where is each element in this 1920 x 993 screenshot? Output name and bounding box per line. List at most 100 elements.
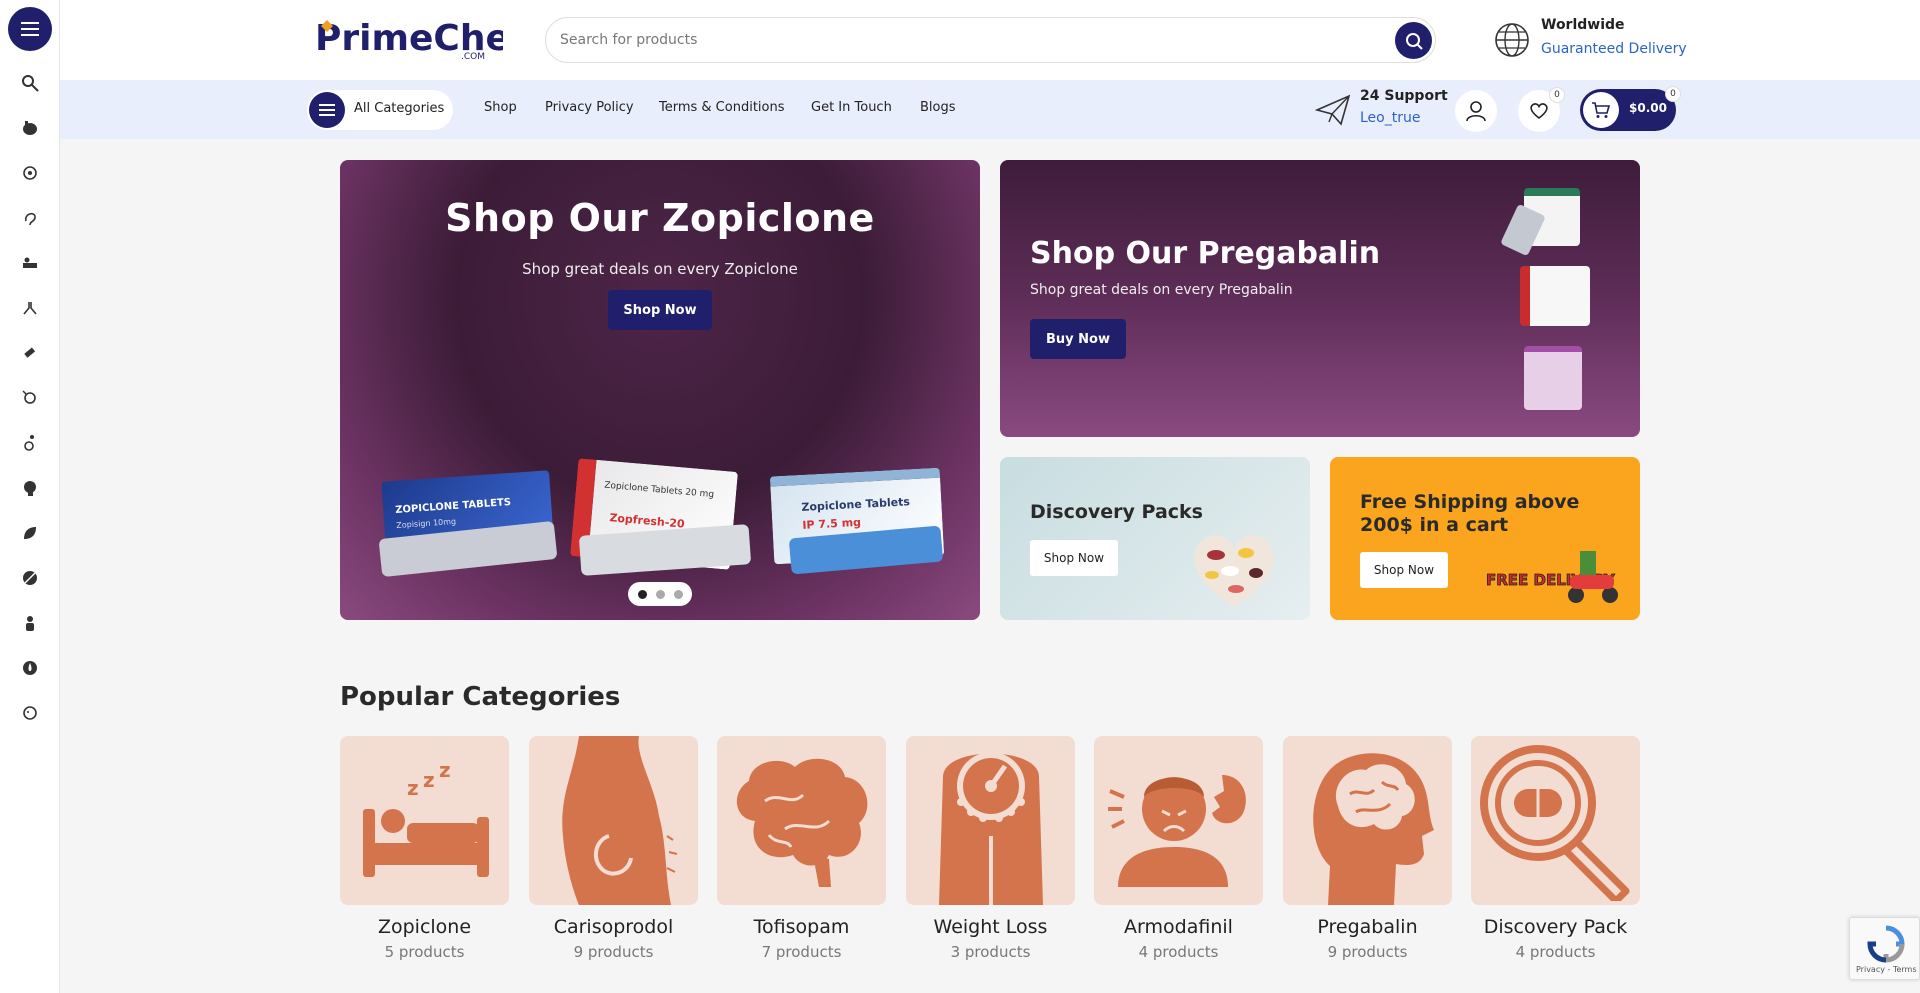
slider-dot-2[interactable] [656, 590, 665, 599]
category-name: Discovery Pack [1483, 916, 1628, 938]
hero-shop-now-button[interactable]: Shop Now [608, 290, 712, 330]
slider-dot-1[interactable] [638, 590, 647, 599]
pregabalin-box-3 [1524, 346, 1582, 410]
shipping-shop-now-button[interactable]: Shop Now [1360, 552, 1448, 588]
pills-heart-image [1194, 535, 1274, 607]
cart-icon [1583, 92, 1619, 128]
lungs-icon[interactable] [19, 297, 41, 319]
svg-text:z: z [407, 776, 419, 800]
left-icon-rail [0, 0, 60, 993]
category-name: Pregabalin [1317, 916, 1418, 938]
person-icon[interactable] [19, 612, 41, 634]
pregabalin-banner-subtitle: Shop great deals on every Pregabalin [1030, 282, 1293, 298]
category-count: 9 products [1327, 943, 1408, 961]
paper-plane-icon [1315, 94, 1351, 126]
headache-icon [1094, 736, 1263, 905]
category-count: 4 products [1515, 943, 1596, 961]
hand-icon[interactable] [19, 117, 41, 139]
pregabalin-banner: Shop Our Pregabalin Shop great deals on … [1000, 160, 1640, 437]
ear-icon[interactable] [19, 207, 41, 229]
wishlist-count-badge: 0 [1549, 87, 1565, 103]
category-card-armodafinil[interactable]: Armodafinil 4 products [1094, 736, 1263, 966]
category-count: 5 products [384, 943, 465, 961]
site-logo[interactable]: PrimeChems .COM [313, 12, 569, 66]
pregabalin-buy-now-button[interactable]: Buy Now [1030, 319, 1126, 359]
nav-link-terms[interactable]: Terms & Conditions [659, 100, 785, 115]
syringe-icon[interactable] [19, 342, 41, 364]
wheelchair-icon[interactable] [19, 432, 41, 454]
face-icon[interactable] [19, 702, 41, 724]
support-info: 24 Support Leo_true [1315, 88, 1450, 132]
back-pain-icon [529, 736, 698, 905]
category-card-zopiclone[interactable]: z z z Zopiclone 5 products [340, 736, 509, 966]
delivery-scooter-image: FREE DELIVERY [1486, 551, 1618, 603]
svg-text:z: z [423, 768, 435, 792]
pregabalin-banner-title: Shop Our Pregabalin [1030, 236, 1381, 271]
pregabalin-box-2 [1520, 266, 1590, 326]
nav-link-privacy-policy[interactable]: Privacy Policy [545, 100, 634, 115]
discovery-packs-promo: Discovery Packs Shop Now [1000, 457, 1310, 620]
head-brain-icon [1283, 736, 1452, 905]
main-navigation: All Categories Shop Privacy Policy Terms… [60, 80, 1920, 139]
account-button[interactable] [1455, 90, 1497, 132]
pack-2-sub: Zopfresh-20 [608, 511, 686, 531]
pill-icon[interactable] [19, 567, 41, 589]
site-header: PrimeChems .COM Worldwide Guaranteed Del… [60, 0, 1920, 80]
nav-link-blogs[interactable]: Blogs [920, 100, 956, 115]
search-input[interactable] [560, 18, 1380, 62]
category-name: Zopiclone [377, 916, 472, 938]
bed-icon[interactable] [19, 252, 41, 274]
drop-icon[interactable] [19, 657, 41, 679]
delivery-subtitle[interactable]: Guaranteed Delivery [1541, 41, 1687, 57]
pack-1-sub: Zopisign 10mg [396, 516, 457, 531]
search-button[interactable] [1395, 22, 1432, 59]
category-count: 3 products [950, 943, 1031, 961]
recaptcha-badge[interactable]: Privacy - Terms [1849, 917, 1920, 980]
heart-icon [1530, 103, 1548, 120]
delivery-title: Worldwide [1541, 17, 1625, 33]
category-name: Weight Loss [933, 916, 1048, 938]
discovery-shop-now-button[interactable]: Shop Now [1030, 540, 1118, 576]
all-categories-button[interactable]: All Categories [307, 90, 453, 130]
category-card-carisoprodol[interactable]: Carisoprodol 9 products [529, 736, 698, 966]
bacteria-icon[interactable] [19, 387, 41, 409]
scale-icon [906, 736, 1075, 905]
nav-link-shop[interactable]: Shop [484, 100, 517, 115]
category-name: Carisoprodol [553, 916, 674, 938]
pack-3-label: Zopiclone Tablets [801, 495, 911, 514]
category-count: 7 products [761, 943, 842, 961]
hero-subtitle: Shop great deals on every Zopiclone [522, 260, 798, 278]
support-contact[interactable]: Leo_true [1360, 110, 1420, 126]
user-icon [1466, 101, 1486, 122]
free-shipping-promo: Free Shipping above 200$ in a cart Shop … [1330, 457, 1640, 620]
svg-text:z: z [439, 758, 451, 782]
slider-dot-3[interactable] [674, 590, 683, 599]
discovery-promo-title: Discovery Packs [1030, 501, 1203, 523]
cart-button[interactable]: $0.00 [1580, 89, 1676, 131]
hamburger-icon [21, 22, 39, 36]
search-bar [545, 17, 1436, 63]
support-title: 24 Support [1360, 88, 1448, 104]
category-card-weight-loss[interactable]: Weight Loss 3 products [906, 736, 1075, 966]
hero-slider: Shop Our Zopiclone Shop great deals on e… [340, 160, 980, 620]
category-card-tofisopam[interactable]: Tofisopam 7 products [717, 736, 886, 966]
menu-toggle-button[interactable] [8, 7, 52, 51]
globe-icon [1495, 23, 1529, 57]
search-category-icon[interactable] [19, 72, 41, 94]
logo-suffix: .COM [461, 52, 485, 62]
category-card-discovery-pack[interactable]: Discovery Pack 4 products [1471, 736, 1640, 966]
category-count: 4 products [1138, 943, 1219, 961]
all-categories-label: All Categories [354, 101, 445, 116]
popular-categories-heading: Popular Categories [340, 682, 621, 712]
magnifier-pill-icon [1471, 736, 1640, 905]
head-icon[interactable] [19, 477, 41, 499]
nav-link-get-in-touch[interactable]: Get In Touch [811, 100, 892, 115]
brain-icon [717, 736, 886, 905]
cart-total: $0.00 [1629, 101, 1667, 115]
leaf-icon[interactable] [19, 522, 41, 544]
virus-icon[interactable] [19, 162, 41, 184]
hero-title: Shop Our Zopiclone [445, 196, 875, 240]
recaptcha-links[interactable]: Privacy - Terms [1856, 965, 1917, 974]
category-card-pregabalin[interactable]: Pregabalin 9 products [1283, 736, 1452, 966]
categories-menu-icon [309, 92, 345, 128]
